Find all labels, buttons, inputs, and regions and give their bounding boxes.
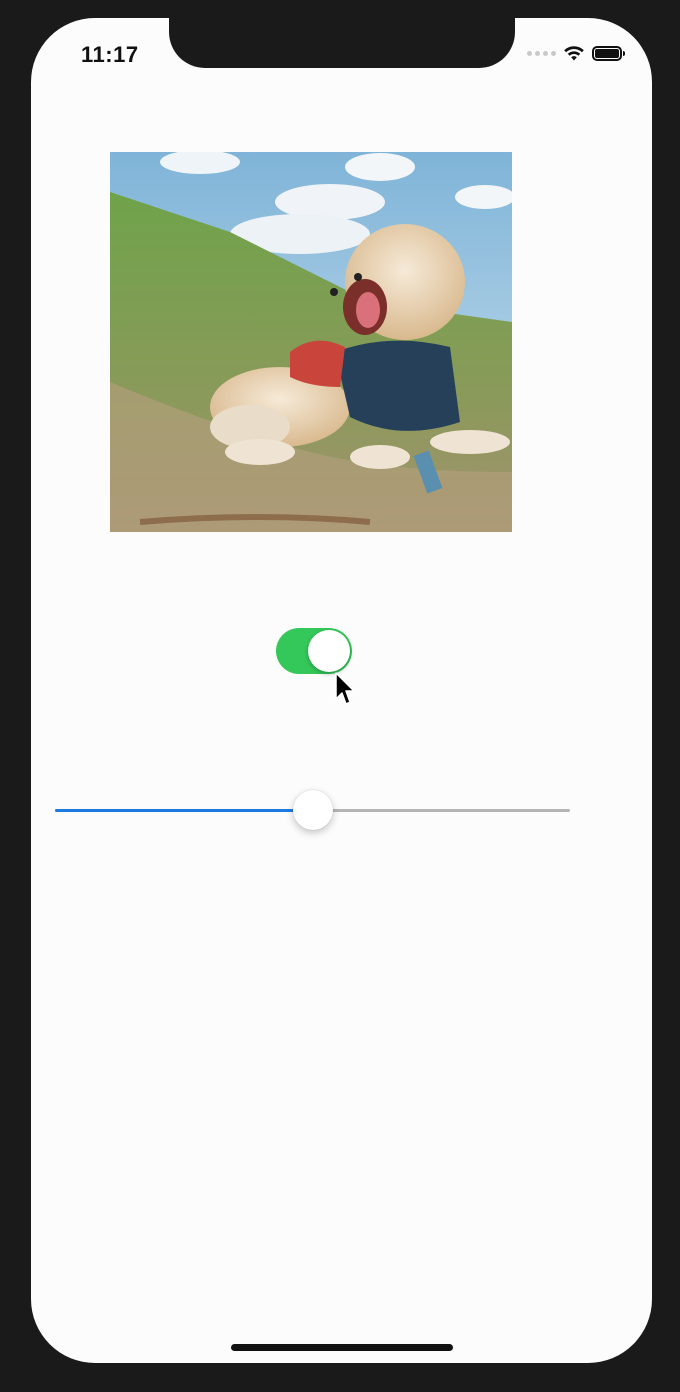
slider-fill bbox=[55, 809, 313, 812]
toggle-knob[interactable] bbox=[308, 630, 350, 672]
battery-icon bbox=[592, 45, 625, 61]
slider-thumb[interactable] bbox=[293, 790, 333, 830]
toggle-switch[interactable] bbox=[276, 628, 352, 674]
phone-screen: 11:17 bbox=[31, 18, 652, 1363]
status-icons bbox=[527, 44, 625, 62]
mouse-cursor-icon bbox=[335, 672, 355, 705]
dog-photo bbox=[110, 152, 512, 532]
wifi-icon bbox=[564, 46, 584, 61]
home-indicator[interactable] bbox=[231, 1344, 453, 1351]
cellular-signal-icon bbox=[527, 50, 556, 56]
dog-photo-illustration bbox=[110, 152, 512, 532]
status-time: 11:17 bbox=[81, 42, 139, 67]
device-frame: 11:17 bbox=[0, 0, 680, 1392]
value-slider[interactable] bbox=[55, 790, 570, 830]
notch bbox=[169, 18, 515, 68]
